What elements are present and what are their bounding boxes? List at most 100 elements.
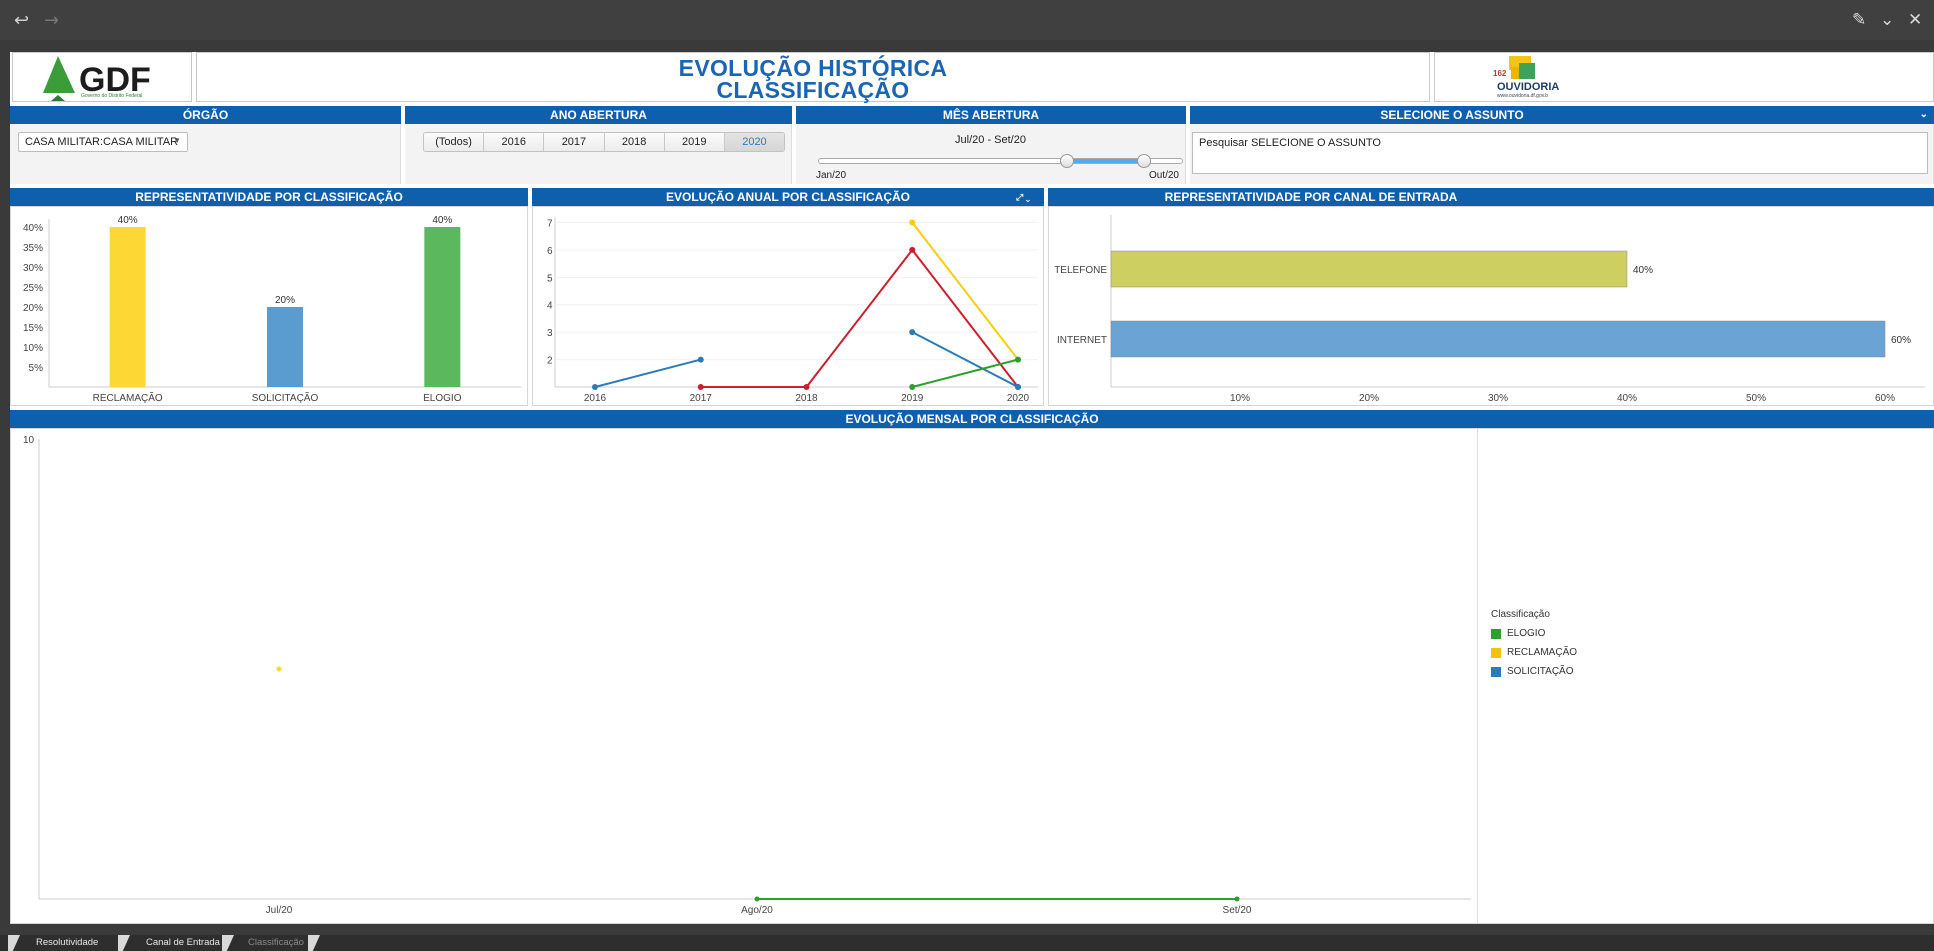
ouvidoria-phone: 162 [1493,69,1507,78]
chart-evolucao-mensal-svg: 10 Jul/20 Ago/20 Set/20 [23,435,1471,916]
x-tick-label: 20% [1359,393,1379,404]
data-point [1015,356,1021,363]
sheet-tabs: Resolutividade Canal de Entrada Classifi… [0,935,1934,951]
ano-option-todos[interactable]: (Todos) [424,133,485,151]
bar [267,307,303,387]
orgao-dropdown[interactable]: CASA MILITAR:CASA MILITAR ▼ [18,132,188,152]
mes-slider-handle-start[interactable] [1060,154,1075,168]
data-point [592,384,598,390]
x-tick-label: 2017 [690,393,713,404]
panel-canal-title: REPRESENTATIVIDADE POR CANAL DE ENTRADA [1048,188,1934,206]
assunto-search-input[interactable]: Pesquisar SELECIONE O ASSUNTO [1192,132,1928,174]
panel-mensal-title: EVOLUÇÃO MENSAL POR CLASSIFICAÇÃO [10,410,1934,428]
filter-assunto: Pesquisar SELECIONE O ASSUNTO [1190,124,1934,184]
ano-option-2020[interactable]: 2020 [724,133,784,151]
chevron-down-icon[interactable]: ⌄ [1920,106,1928,124]
data-point [803,384,810,390]
legend-swatch [1491,628,1501,639]
bar [1110,250,1628,288]
x-tick-label: 50% [1746,393,1766,404]
filter-orgao: CASA MILITAR:CASA MILITAR ▼ [10,124,401,184]
legend-swatch [1491,666,1501,677]
chart-representatividade-svg: 5% 10% 15% 20% 25% 30% 35% 40% 40% RECLAMAÇÃO 20% S… [23,215,521,404]
forward-arrow-icon[interactable]: → [44,10,59,31]
window-toolbar: ↩ → ✎ ⌄ ✕ [0,0,1934,40]
tab-separator [308,935,320,951]
panel-anual-title-bar: EVOLUÇÃO ANUAL POR CLASSIFICAÇÃO ⤢ ⌄ [532,188,1044,206]
y-tick-label: INTERNET [1057,335,1107,346]
chart-canal-svg: 10% 20% 30% 40% 50% 60% TELEFONE 40% INTERNET 60% [1054,215,1925,404]
legend-item[interactable]: SOLICITAÇÃO [1491,666,1577,677]
y-tick-label: 10% [23,343,43,354]
data-point [697,384,704,390]
data-point [909,329,916,336]
filter-ano: (Todos) 2016 2017 2018 2019 2020 [405,124,792,184]
filter-assunto-title: SELECIONE O ASSUNTO ⌄ [1190,106,1934,124]
bar [109,227,146,387]
filter-orgao-title: ÓRGÃO [10,106,401,124]
x-tick-label: 2018 [795,393,818,404]
orgao-value: CASA MILITAR:CASA MILITAR [25,136,179,148]
legend-label: RECLAMAÇÃO [1507,647,1578,658]
y-tick-label: 15% [23,323,43,334]
legend-item[interactable]: RECLAMAÇÃO [1491,647,1577,658]
ano-option-2019[interactable]: 2019 [664,133,725,151]
series-line [700,248,1019,388]
data-label: 40% [118,215,138,226]
y-tick-label: 7 [547,218,553,229]
data-point [1234,896,1240,902]
chart-representatividade: 5% 10% 15% 20% 25% 30% 35% 40% 40% RECLAMAÇÃO 20% S… [10,206,528,406]
tab-classificacao[interactable]: Classificação [228,935,304,951]
expand-icon[interactable]: ⤢ ⌄ [1016,188,1030,206]
title-box: EVOLUÇÃO HISTÓRICA CLASSIFICAÇÃO [196,52,1430,103]
data-point [754,896,760,902]
x-tick-label: 60% [1875,393,1895,404]
y-tick-label: 5% [29,363,44,374]
y-tick-label: 30% [23,263,43,274]
series-line [911,221,1019,361]
x-tick-label: ELOGIO [423,393,462,404]
ano-segmented[interactable]: (Todos) 2016 2017 2018 2019 2020 [423,132,785,152]
legend-label: SOLICITAÇÃO [1507,666,1574,677]
legend-label: ELOGIO [1507,628,1546,639]
edit-icon[interactable]: ✎ [1852,10,1866,30]
filter-assunto-label: SELECIONE O ASSUNTO [1380,108,1524,122]
legend-item[interactable]: ELOGIO [1491,628,1577,639]
chevron-down-icon[interactable]: ⌄ [1880,10,1894,30]
data-point [276,666,282,672]
y-tick-label: 6 [547,246,553,257]
x-tick-label: 2019 [901,393,924,404]
assunto-search-placeholder: Pesquisar SELECIONE O ASSUNTO [1199,137,1381,149]
ano-option-2018[interactable]: 2018 [604,133,665,151]
ano-option-2016[interactable]: 2016 [484,133,545,151]
filter-ano-title: ANO ABERTURA [405,106,792,124]
close-icon[interactable]: ✕ [1908,10,1922,30]
mes-slider-track[interactable] [818,154,1183,168]
mes-slider-fill [1067,159,1144,163]
data-label: 40% [1633,265,1653,276]
panel-canal-label: REPRESENTATIVIDADE POR CANAL DE ENTRADA [1164,190,1458,204]
legend-divider [1477,429,1478,923]
data-point [909,246,916,253]
mes-min-label: Jan/20 [816,170,847,181]
ouvidoria-url: www.ouvidoria.df.gov.b [1497,93,1549,99]
data-point [909,384,916,390]
mes-slider-handle-end[interactable] [1136,154,1151,168]
back-arrow-icon[interactable]: ↩ [14,10,29,31]
chart-canal: 10% 20% 30% 40% 50% 60% TELEFONE 40% INTERNET 60% [1048,206,1934,406]
x-tick-label: Jul/20 [266,905,293,916]
mes-range-label: Jul/20 - Set/20 [955,134,1026,146]
ano-option-2017[interactable]: 2017 [544,133,605,151]
legend-swatch [1491,647,1501,658]
data-point [697,356,704,363]
x-tick-label: 2020 [1007,393,1030,404]
data-label: 40% [432,215,452,226]
tab-resolutividade[interactable]: Resolutividade [16,935,98,951]
ouvidoria-text: OUVIDORIA [1497,81,1560,93]
y-tick-label: 20% [23,303,43,314]
panel-anual-title: EVOLUÇÃO ANUAL POR CLASSIFICAÇÃO [665,190,910,204]
tab-canal-de-entrada[interactable]: Canal de Entrada [126,935,220,951]
dashboard-canvas: GDF Governo do Distrito Federal EVOLUÇÃO… [10,52,1934,924]
legend: Classificação ELOGIO RECLAMAÇÃO SOLICITAÇÃ… [1491,609,1577,685]
data-label: 20% [275,295,295,306]
